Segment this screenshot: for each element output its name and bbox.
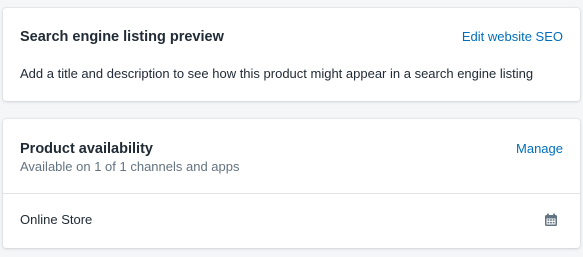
divider: [3, 193, 580, 194]
seo-preview-card: Search engine listing preview Edit websi…: [3, 8, 580, 101]
edit-website-seo-link[interactable]: Edit website SEO: [462, 29, 563, 45]
availability-card-title: Product availability: [20, 141, 153, 157]
availability-card-header: Product availability Manage: [20, 140, 563, 158]
seo-card-description: Add a title and description to see how t…: [20, 66, 534, 81]
seo-card-title: Search engine listing preview: [20, 29, 224, 45]
channel-row-online-store: Online Store: [20, 212, 559, 228]
product-availability-card: Product availability Manage Available on…: [3, 119, 580, 248]
seo-card-header: Search engine listing preview Edit websi…: [20, 28, 563, 46]
channel-label: Online Store: [20, 212, 93, 227]
manage-link[interactable]: Manage: [516, 141, 563, 157]
availability-subtitle: Available on 1 of 1 channels and apps: [20, 159, 240, 174]
calendar-icon[interactable]: [543, 212, 559, 228]
